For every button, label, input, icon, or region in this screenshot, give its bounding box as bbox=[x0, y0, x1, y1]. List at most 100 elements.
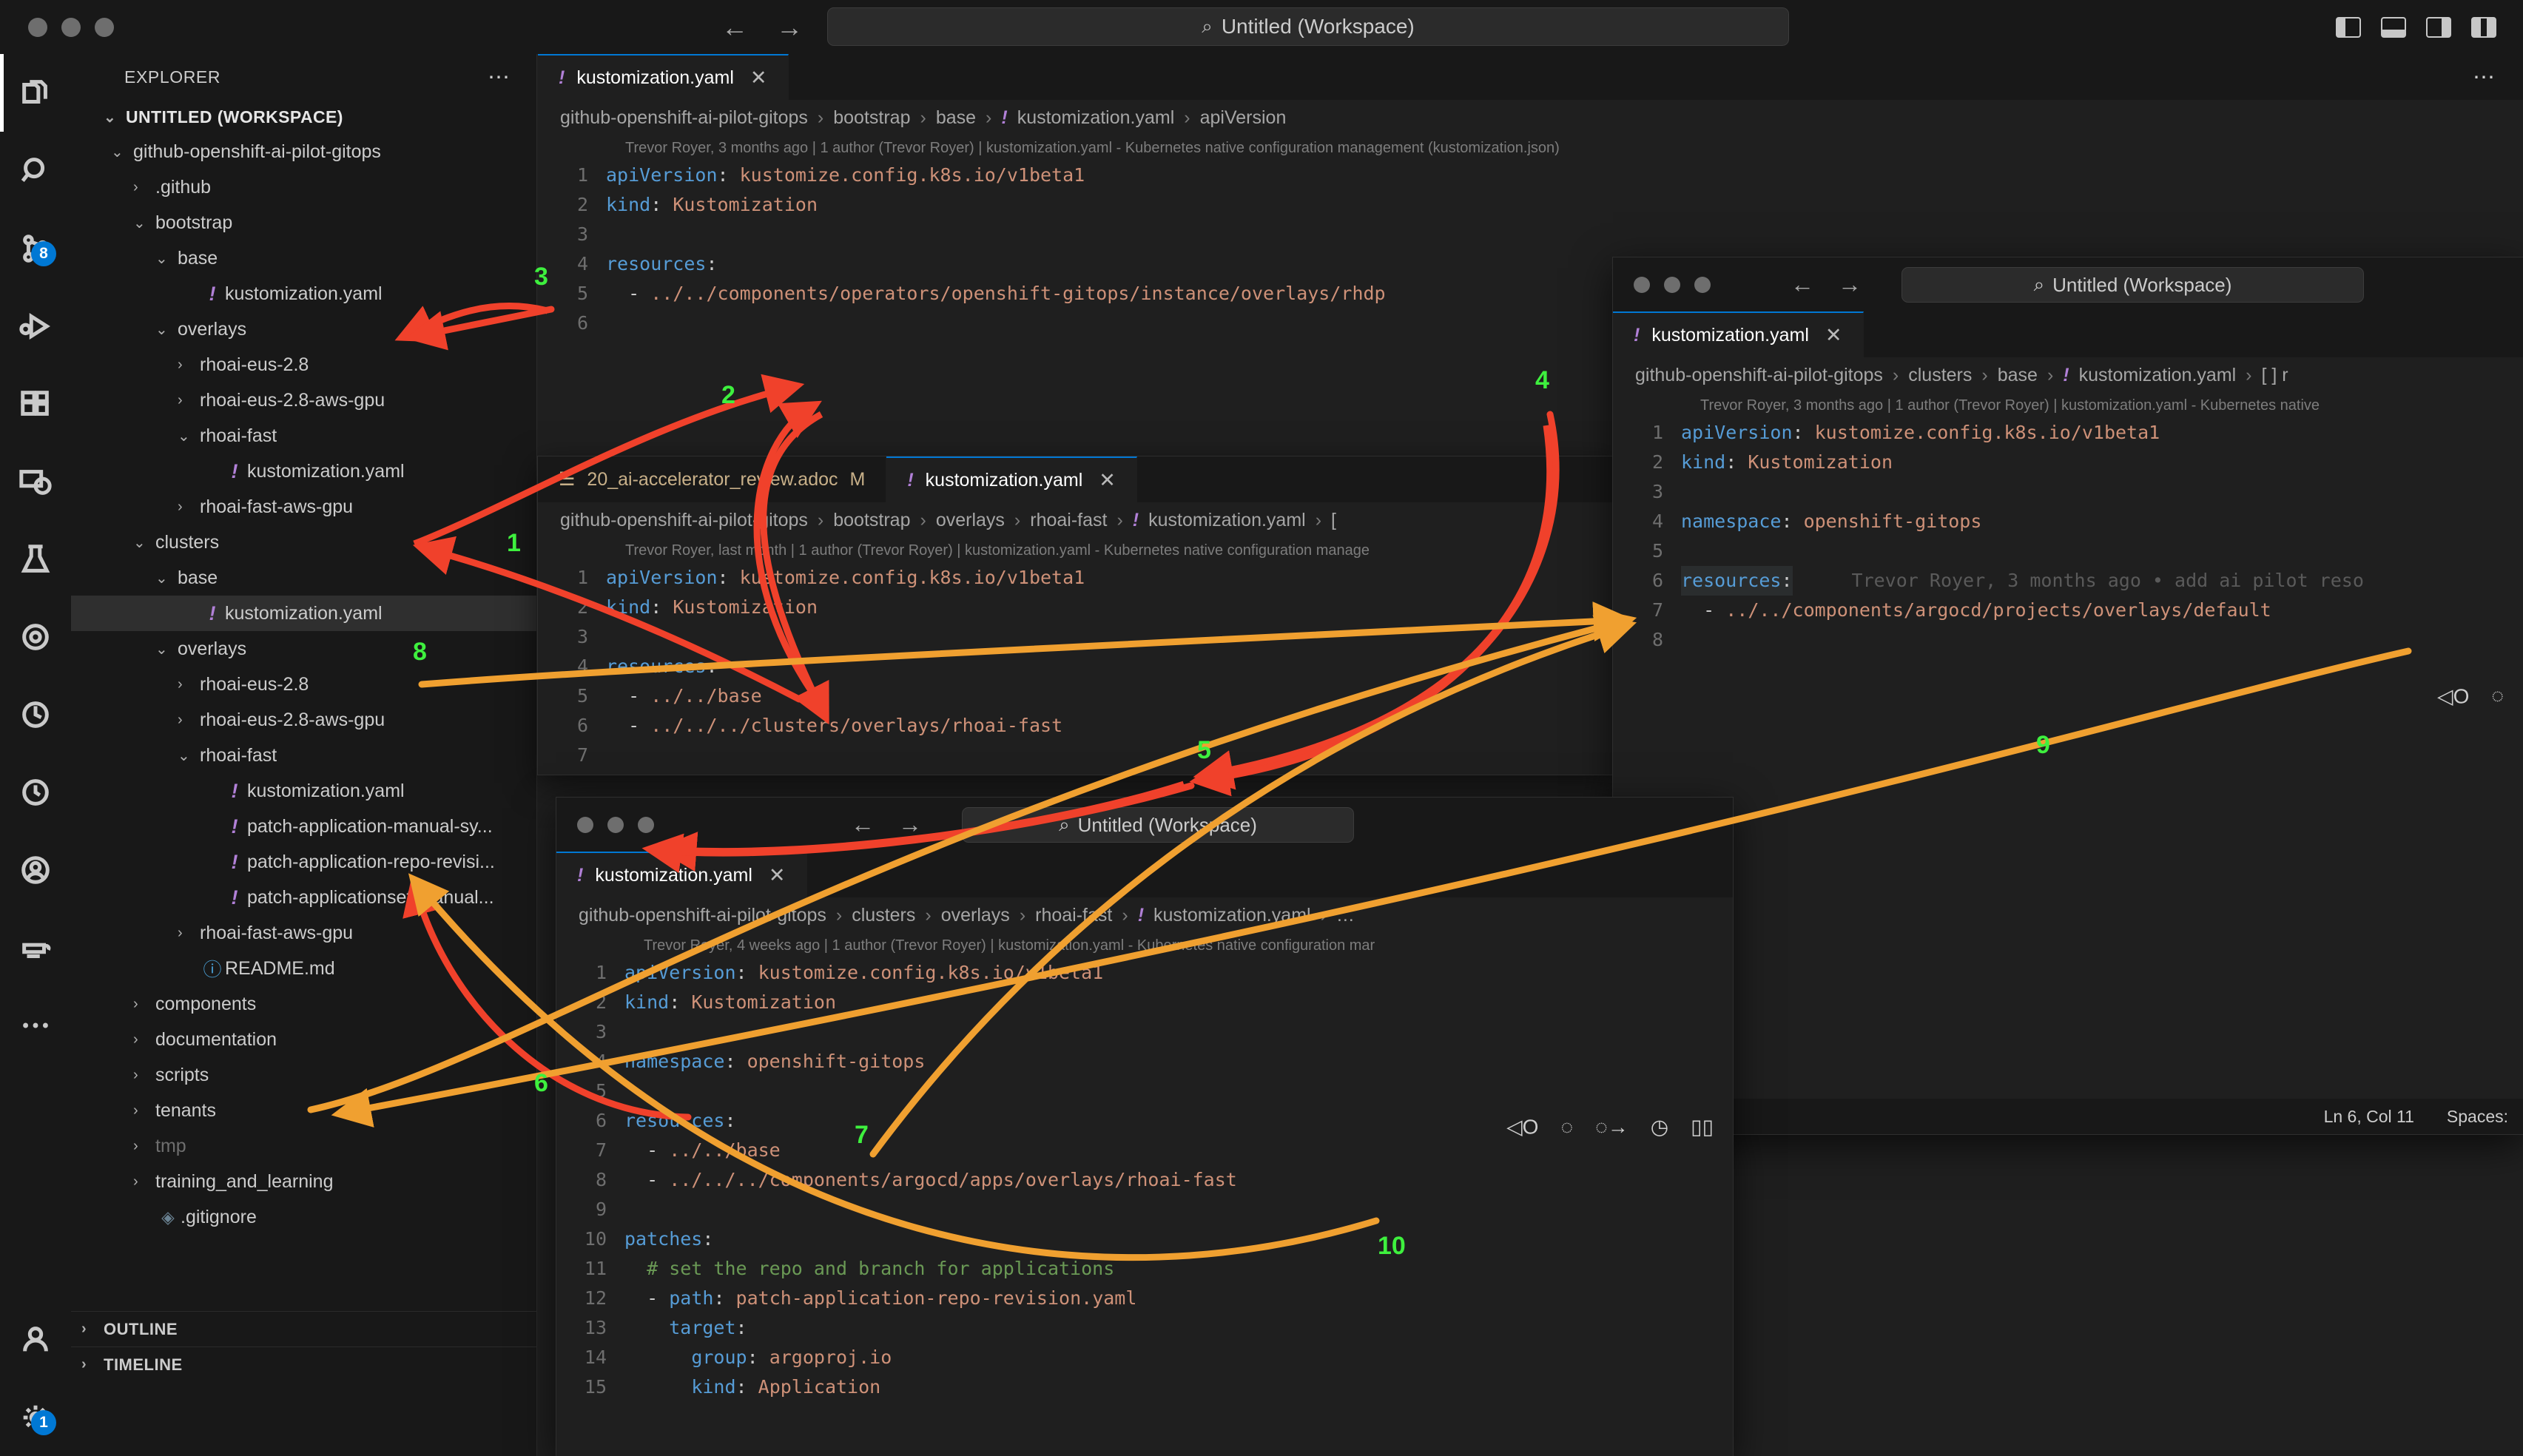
tree-item[interactable]: ⌄ overlays bbox=[71, 631, 536, 667]
code-line[interactable]: 4 namespace: openshift-gitops bbox=[1613, 507, 2523, 536]
indentation-status[interactable]: Spaces: bbox=[2447, 1107, 2508, 1127]
code-editor-bottom[interactable]: 1 apiVersion: kustomize.config.k8s.io/v1b… bbox=[556, 958, 1733, 1402]
breadcrumb-segment[interactable]: clusters bbox=[852, 905, 915, 926]
code-line[interactable]: 1 apiVersion: kustomize.config.k8s.io/v1b… bbox=[538, 563, 1614, 593]
chevron-right-icon[interactable]: › bbox=[178, 392, 200, 409]
breadcrumb-segment[interactable]: bootstrap bbox=[833, 107, 910, 129]
breadcrumb-middle[interactable]: github-openshift-ai-pilot-gitops › bootstr… bbox=[538, 502, 1614, 538]
tree-item[interactable]: ⌄ rhoai-fast bbox=[71, 738, 536, 773]
toggle-secondary-sidebar-icon[interactable] bbox=[2426, 16, 2451, 38]
code-line[interactable]: 2 kind: Kustomization bbox=[538, 190, 2523, 220]
tree-item[interactable]: ! patch-application-repo-revisi... bbox=[71, 844, 536, 880]
chevron-down-icon[interactable]: ⌄ bbox=[155, 640, 178, 658]
activity-item-extensions[interactable] bbox=[0, 365, 71, 442]
close-icon[interactable]: ✕ bbox=[1825, 324, 1842, 347]
tab-adoc-review[interactable]: ☰ 20_ai-accelerator_review.adoc M bbox=[538, 456, 887, 502]
minimize-window-button[interactable] bbox=[1664, 276, 1680, 293]
code-line[interactable]: 7 - ../../base bbox=[556, 1136, 1733, 1165]
tree-item[interactable]: ⌄ rhoai-fast bbox=[71, 418, 536, 454]
tree-item[interactable]: ! kustomization.yaml bbox=[71, 454, 536, 489]
code-editor-right[interactable]: 1 apiVersion: kustomize.config.k8s.io/v1b… bbox=[1613, 418, 2523, 655]
forward-icon[interactable]: → bbox=[1838, 271, 1862, 298]
activity-item-timer[interactable] bbox=[0, 753, 71, 831]
breadcrumb-segment[interactable]: clusters bbox=[1908, 365, 1972, 386]
breadcrumb-segment[interactable]: github-openshift-ai-pilot-gitops bbox=[579, 905, 826, 926]
maximize-window-button[interactable] bbox=[638, 816, 654, 833]
close-icon[interactable]: ✕ bbox=[769, 864, 786, 887]
back-icon[interactable]: ← bbox=[851, 811, 875, 838]
forward-icon[interactable]: → bbox=[776, 13, 803, 41]
tree-item[interactable]: ⌄ base bbox=[71, 240, 536, 276]
breadcrumb-segment[interactable]: [ ] r bbox=[2262, 365, 2288, 386]
tree-item[interactable]: ⓘ README.md bbox=[71, 951, 536, 986]
chevron-right-icon[interactable]: › bbox=[133, 1102, 155, 1119]
code-line[interactable]: 3 bbox=[538, 622, 1614, 652]
chevron-down-icon[interactable]: ⌄ bbox=[155, 320, 178, 339]
chevron-down-icon[interactable]: ⌄ bbox=[133, 533, 155, 552]
code-line[interactable]: 3 bbox=[538, 220, 2523, 249]
close-icon[interactable]: ✕ bbox=[750, 67, 767, 90]
chevron-down-icon[interactable]: ⌄ bbox=[155, 569, 178, 587]
code-line[interactable]: 6 resources: Trevor Royer, 3 months ago • … bbox=[1613, 566, 2523, 596]
code-line[interactable]: 2 kind: Kustomization bbox=[1613, 448, 2523, 477]
chevron-right-icon[interactable]: › bbox=[133, 1138, 155, 1155]
chevron-down-icon[interactable]: ⌄ bbox=[178, 746, 200, 765]
tree-item[interactable]: ⌄ bootstrap bbox=[71, 205, 536, 240]
arrow-right-circle-icon[interactable]: ◌→ bbox=[1595, 1115, 1628, 1139]
breadcrumb-segment[interactable]: overlays bbox=[941, 905, 1010, 926]
activity-item-testing[interactable] bbox=[0, 520, 71, 598]
code-line[interactable]: 3 bbox=[1613, 477, 2523, 507]
code-line[interactable]: 2 kind: Kustomization bbox=[556, 988, 1733, 1017]
chevron-right-icon[interactable]: › bbox=[178, 499, 200, 516]
tree-item[interactable]: ! kustomization.yaml bbox=[71, 773, 536, 809]
breadcrumb-segment[interactable]: overlays bbox=[936, 510, 1005, 531]
customize-layout-icon[interactable] bbox=[2471, 16, 2496, 38]
code-line[interactable]: 1 apiVersion: kustomize.config.k8s.io/v1b… bbox=[538, 161, 2523, 190]
split-editor-left-icon[interactable]: ◁O bbox=[1506, 1115, 1538, 1139]
breadcrumb-segment[interactable]: rhoai-fast bbox=[1030, 510, 1107, 531]
code-editor-middle[interactable]: 1 apiVersion: kustomize.config.k8s.io/v1b… bbox=[538, 563, 1614, 770]
breadcrumb-right[interactable]: github-openshift-ai-pilot-gitops › cluster… bbox=[1613, 357, 2523, 393]
close-window-button[interactable] bbox=[577, 816, 593, 833]
circle-outline-icon[interactable]: ◌ bbox=[1560, 1115, 1573, 1139]
tab-kustomization-yaml-bottom[interactable]: ! kustomization.yaml ✕ bbox=[556, 852, 807, 897]
breadcrumb-segment[interactable]: kustomization.yaml bbox=[2079, 365, 2237, 386]
breadcrumb-segment[interactable]: base bbox=[1998, 365, 2038, 386]
clock-icon[interactable]: ◷ bbox=[1651, 1115, 1668, 1139]
tree-item[interactable]: ⌄ base bbox=[71, 560, 536, 596]
code-line[interactable]: 4 resources: bbox=[538, 652, 1614, 681]
tree-item[interactable]: ⌄ clusters bbox=[71, 525, 536, 560]
tree-item[interactable]: › rhoai-eus-2.8 bbox=[71, 347, 536, 382]
chevron-down-icon[interactable]: ⌄ bbox=[133, 214, 155, 232]
maximize-window-button[interactable] bbox=[1694, 276, 1711, 293]
tree-item[interactable]: ⌄ github-openshift-ai-pilot-gitops bbox=[71, 134, 536, 169]
explorer-more-actions[interactable]: ⋯ bbox=[488, 64, 511, 90]
chevron-down-icon[interactable]: ⌄ bbox=[178, 427, 200, 445]
activity-item-explorer[interactable] bbox=[0, 54, 71, 132]
breadcrumb-segment[interactable]: bootstrap bbox=[833, 510, 910, 531]
chevron-right-icon[interactable]: › bbox=[178, 712, 200, 729]
code-line[interactable]: 13 target: bbox=[556, 1313, 1733, 1343]
timeline-panel-header[interactable]: › TIMELINE bbox=[71, 1347, 536, 1382]
tree-item[interactable]: › rhoai-eus-2.8-aws-gpu bbox=[71, 382, 536, 418]
tree-item[interactable]: ! kustomization.yaml bbox=[71, 276, 536, 311]
tree-item[interactable]: ! patch-application-manual-sy... bbox=[71, 809, 536, 844]
code-line[interactable]: 8 bbox=[1613, 625, 2523, 655]
tab-kustomization-yaml-top[interactable]: ! kustomization.yaml ✕ bbox=[538, 54, 789, 100]
quick-input-bar[interactable]: ⌕ Untitled (Workspace) bbox=[827, 7, 1789, 46]
circle-outline-icon[interactable]: ◌ bbox=[2491, 684, 2504, 708]
minimize-window-button[interactable] bbox=[61, 17, 81, 37]
code-line[interactable]: 11 # set the repo and branch for applica… bbox=[556, 1254, 1733, 1284]
tree-item[interactable]: › rhoai-fast-aws-gpu bbox=[71, 915, 536, 951]
tree-item[interactable]: › scripts bbox=[71, 1057, 536, 1093]
code-line[interactable]: 6 - ../../../clusters/overlays/rhoai-fas… bbox=[538, 711, 1614, 741]
tree-item[interactable]: › rhoai-fast-aws-gpu bbox=[71, 489, 536, 525]
chevron-right-icon[interactable]: › bbox=[133, 179, 155, 196]
activity-item-account-alt[interactable] bbox=[0, 831, 71, 909]
quick-input-bar-right[interactable]: ⌕ Untitled (Workspace) bbox=[1901, 267, 2364, 303]
breadcrumb-segment[interactable]: kustomization.yaml bbox=[1153, 905, 1311, 926]
tree-item[interactable]: › documentation bbox=[71, 1022, 536, 1057]
activity-item-source-control[interactable]: 8 bbox=[0, 209, 71, 287]
minimize-window-button[interactable] bbox=[607, 816, 624, 833]
quick-input-bar-bottom[interactable]: ⌕ Untitled (Workspace) bbox=[962, 807, 1354, 843]
